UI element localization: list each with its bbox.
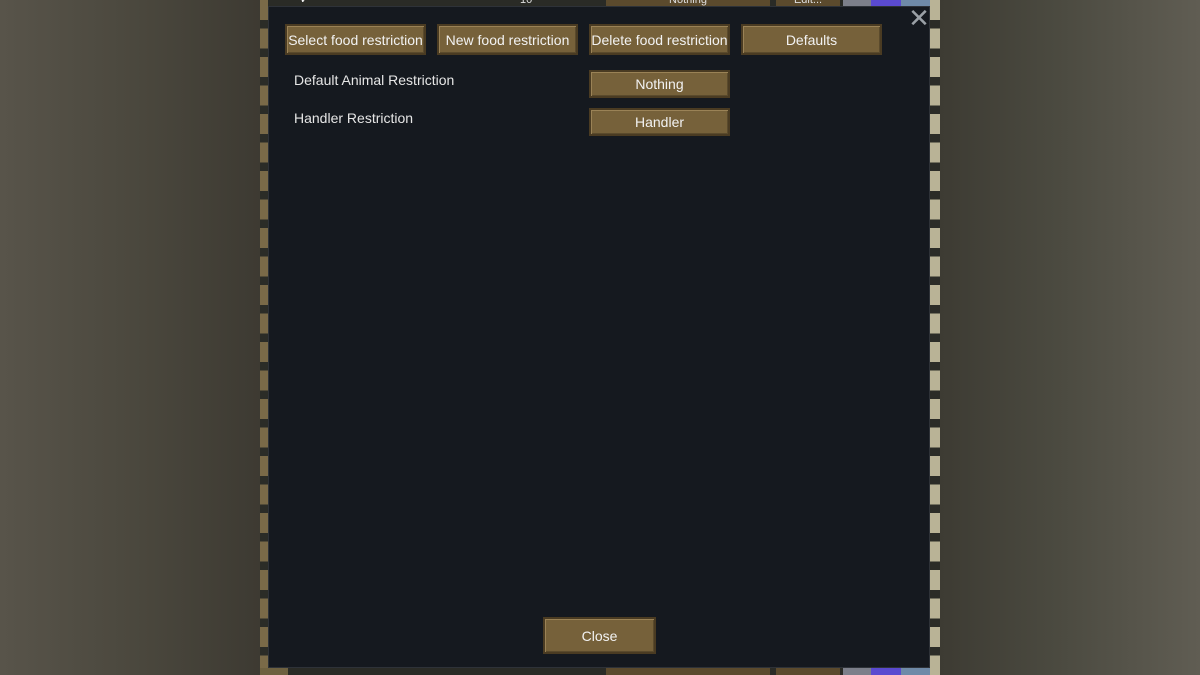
new-food-restriction-button[interactable]: New food restriction [437, 24, 578, 55]
defaults-button[interactable]: Defaults [741, 24, 882, 55]
background-left [0, 0, 260, 675]
handler-restriction-button[interactable]: Handler [589, 108, 730, 136]
delete-food-restriction-button[interactable]: Delete food restriction [589, 24, 730, 55]
handler-restriction-label: Handler Restriction [294, 110, 414, 126]
underlay-bottom-4 [843, 668, 871, 675]
underlay-bottom-2 [606, 668, 770, 675]
default-animal-restriction-label: Default Animal Restriction [294, 72, 455, 88]
food-restriction-dialog [268, 6, 930, 668]
underlay-bottom-1 [260, 668, 288, 675]
select-food-restriction-button[interactable]: Select food restriction [285, 24, 426, 55]
default-animal-restriction-button[interactable]: Nothing [589, 70, 730, 98]
close-button[interactable]: Close [543, 617, 656, 654]
background-right [940, 0, 1200, 675]
underlay-bottom-3 [776, 668, 840, 675]
close-icon[interactable]: ✕ [906, 5, 932, 32]
underlay-bottom-6 [901, 668, 930, 675]
underlay-bottom-5 [871, 668, 901, 675]
underlay-left-column [260, 0, 268, 675]
underlay-right-column [930, 0, 940, 675]
